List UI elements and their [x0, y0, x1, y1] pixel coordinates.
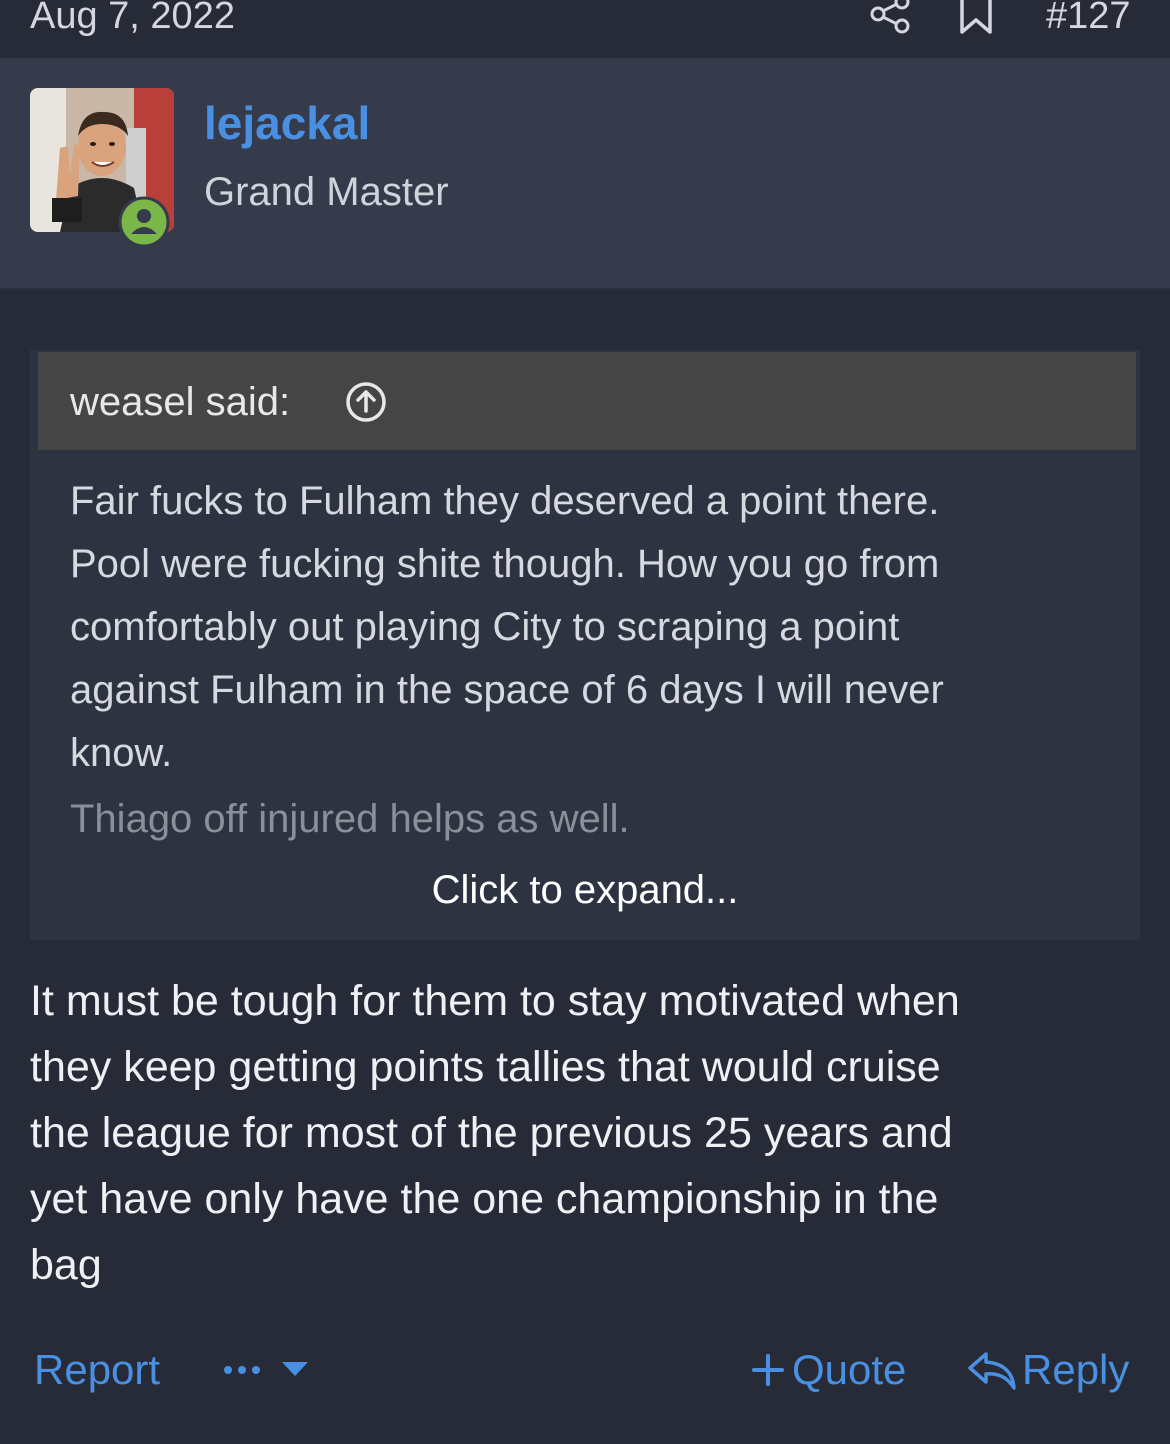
share-icon[interactable]: [868, 0, 912, 36]
reply-button[interactable]: Reply: [966, 1342, 1129, 1398]
post-line: It must be tough for them to stay motiva…: [30, 977, 960, 1025]
bookmark-icon[interactable]: [956, 0, 996, 36]
message-pointer: [74, 320, 130, 348]
quote-line: against Fulham in the space of 6 days I …: [70, 668, 944, 712]
reply-label: Reply: [1022, 1346, 1130, 1393]
quote-block: weasel said: Fair fucks to Fulham they d…: [30, 350, 1140, 940]
post-header: Aug 7, 2022 #127: [0, 0, 1170, 58]
quote-line: Fair fucks to Fulham they deserved a poi…: [70, 479, 940, 523]
reply-arrow-icon: [968, 1352, 1016, 1390]
plus-icon: [752, 1354, 784, 1386]
quote-button[interactable]: Quote: [750, 1342, 906, 1398]
post-line: bag: [30, 1241, 102, 1289]
post-line: yet have only have the one championship …: [30, 1175, 939, 1223]
post-body: It must be tough for them to stay motiva…: [30, 968, 1130, 1298]
more-options-icon[interactable]: [222, 1350, 312, 1390]
username-link[interactable]: lejackal: [204, 96, 370, 150]
post-number[interactable]: #127: [1046, 0, 1131, 38]
arrow-up-circle-icon[interactable]: [344, 380, 388, 424]
post-line: they keep getting points tallies that wo…: [30, 1043, 941, 1091]
post-line: the league for most of the previous 25 y…: [30, 1109, 953, 1157]
quote-line: comfortably out playing City to scraping…: [70, 605, 900, 649]
quote-author[interactable]: weasel said:: [70, 378, 290, 426]
quote-text: Fair fucks to Fulham they deserved a poi…: [70, 470, 1110, 785]
quote-label: Quote: [792, 1346, 907, 1393]
quote-faded-line: Thiago off injured helps as well.: [70, 797, 630, 841]
post-date[interactable]: Aug 7, 2022: [30, 0, 235, 38]
user-title: Grand Master: [204, 170, 449, 214]
quote-header[interactable]: weasel said:: [38, 352, 1136, 450]
quote-line: know.: [70, 731, 173, 775]
online-status-icon: [118, 196, 170, 248]
report-link[interactable]: Report: [34, 1342, 160, 1398]
user-bar: lejackal Grand Master: [0, 58, 1170, 348]
expand-quote-link[interactable]: Click to expand...: [30, 860, 1140, 920]
quote-line: Pool were fucking shite though. How you …: [70, 542, 940, 586]
post-actions: Report Quote Reply: [0, 1336, 1170, 1406]
